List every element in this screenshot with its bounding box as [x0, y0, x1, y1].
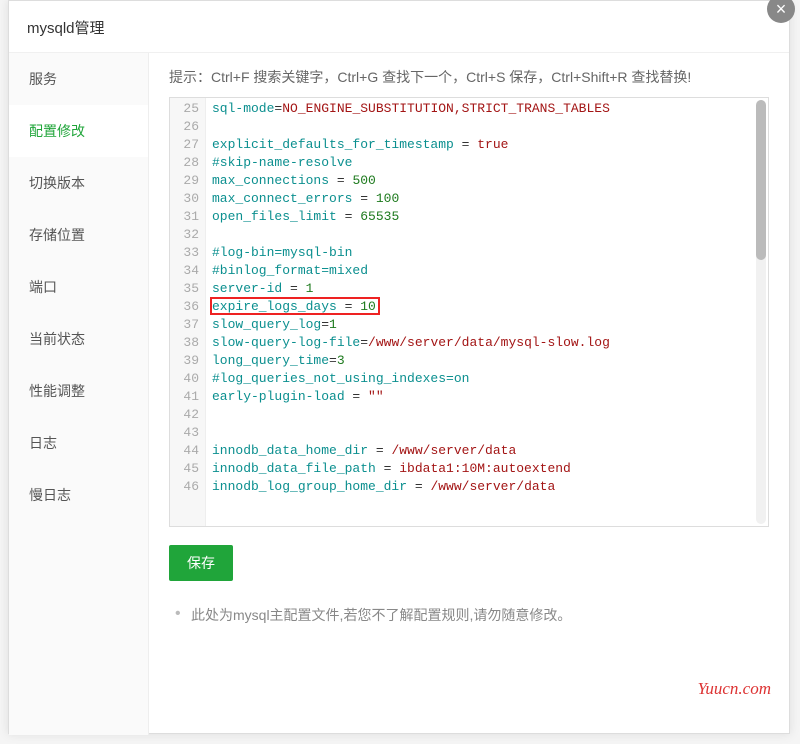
sidebar-item[interactable]: 慢日志 — [9, 469, 148, 521]
line-number: 33 — [174, 244, 199, 262]
main-panel: 提示：Ctrl+F 搜索关键字，Ctrl+G 查找下一个，Ctrl+S 保存，C… — [149, 53, 789, 735]
line-number: 39 — [174, 352, 199, 370]
note-list: 此处为mysql主配置文件,若您不了解配置规则,请勿随意修改。 — [169, 605, 769, 625]
line-number: 26 — [174, 118, 199, 136]
hint-text: 提示：Ctrl+F 搜索关键字，Ctrl+G 查找下一个，Ctrl+S 保存，C… — [169, 67, 769, 87]
code-line[interactable]: open_files_limit = 65535 — [212, 208, 762, 226]
code-line[interactable] — [212, 118, 762, 136]
sidebar-item[interactable]: 端口 — [9, 261, 148, 313]
line-number: 34 — [174, 262, 199, 280]
code-line[interactable]: innodb_data_file_path = ibdata1:10M:auto… — [212, 460, 762, 478]
code-area[interactable]: sql-mode=NO_ENGINE_SUBSTITUTION,STRICT_T… — [206, 98, 768, 526]
editor-inner: 2526272829303132333435363738394041424344… — [170, 98, 768, 526]
code-line[interactable]: sql-mode=NO_ENGINE_SUBSTITUTION,STRICT_T… — [212, 100, 762, 118]
line-number: 28 — [174, 154, 199, 172]
line-number: 45 — [174, 460, 199, 478]
line-number: 44 — [174, 442, 199, 460]
line-number: 31 — [174, 208, 199, 226]
line-number: 29 — [174, 172, 199, 190]
code-line[interactable]: max_connections = 500 — [212, 172, 762, 190]
code-line[interactable]: max_connect_errors = 100 — [212, 190, 762, 208]
code-line[interactable]: #log-bin=mysql-bin — [212, 244, 762, 262]
line-number: 42 — [174, 406, 199, 424]
line-number: 38 — [174, 334, 199, 352]
line-number: 41 — [174, 388, 199, 406]
close-button[interactable]: × — [767, 0, 795, 23]
line-number: 25 — [174, 100, 199, 118]
code-line[interactable]: early-plugin-load = "" — [212, 388, 762, 406]
sidebar-item[interactable]: 配置修改 — [9, 105, 148, 157]
code-line[interactable]: expire_logs_days = 10 — [212, 298, 762, 316]
code-editor[interactable]: 2526272829303132333435363738394041424344… — [169, 97, 769, 527]
sidebar: 服务配置修改切换版本存储位置端口当前状态性能调整日志慢日志 — [9, 53, 149, 735]
code-line[interactable]: slow_query_log=1 — [212, 316, 762, 334]
sidebar-item[interactable]: 存储位置 — [9, 209, 148, 261]
line-gutter: 2526272829303132333435363738394041424344… — [170, 98, 206, 526]
line-number: 27 — [174, 136, 199, 154]
dialog-body: 服务配置修改切换版本存储位置端口当前状态性能调整日志慢日志 提示：Ctrl+F … — [9, 53, 789, 735]
code-line[interactable]: server-id = 1 — [212, 280, 762, 298]
line-number: 30 — [174, 190, 199, 208]
code-line[interactable]: innodb_log_group_home_dir = /www/server/… — [212, 478, 762, 496]
dialog: × mysqld管理 服务配置修改切换版本存储位置端口当前状态性能调整日志慢日志… — [8, 0, 790, 734]
sidebar-item[interactable]: 服务 — [9, 53, 148, 105]
code-line[interactable]: slow-query-log-file=/www/server/data/mys… — [212, 334, 762, 352]
line-number: 35 — [174, 280, 199, 298]
sidebar-item[interactable]: 性能调整 — [9, 365, 148, 417]
sidebar-item[interactable]: 切换版本 — [9, 157, 148, 209]
line-number: 43 — [174, 424, 199, 442]
code-line[interactable] — [212, 406, 762, 424]
code-line[interactable]: #log_queries_not_using_indexes=on — [212, 370, 762, 388]
dialog-title: mysqld管理 — [9, 1, 789, 53]
save-button[interactable]: 保存 — [169, 545, 233, 581]
line-number: 37 — [174, 316, 199, 334]
code-line[interactable] — [212, 226, 762, 244]
code-line[interactable]: long_query_time=3 — [212, 352, 762, 370]
line-number: 40 — [174, 370, 199, 388]
code-line[interactable]: explicit_defaults_for_timestamp = true — [212, 136, 762, 154]
actions: 保存 — [169, 545, 769, 581]
vertical-scrollbar[interactable] — [756, 100, 766, 524]
scrollbar-thumb[interactable] — [756, 100, 766, 260]
watermark: Yuucn.com — [697, 679, 771, 699]
line-number: 46 — [174, 478, 199, 496]
close-icon: × — [776, 0, 787, 20]
code-line[interactable]: innodb_data_home_dir = /www/server/data — [212, 442, 762, 460]
sidebar-item[interactable]: 当前状态 — [9, 313, 148, 365]
code-line[interactable]: #binlog_format=mixed — [212, 262, 762, 280]
line-number: 32 — [174, 226, 199, 244]
line-number: 36 — [174, 298, 199, 316]
sidebar-item[interactable]: 日志 — [9, 417, 148, 469]
note-item: 此处为mysql主配置文件,若您不了解配置规则,请勿随意修改。 — [173, 605, 769, 625]
code-line[interactable] — [212, 424, 762, 442]
code-line[interactable]: #skip-name-resolve — [212, 154, 762, 172]
